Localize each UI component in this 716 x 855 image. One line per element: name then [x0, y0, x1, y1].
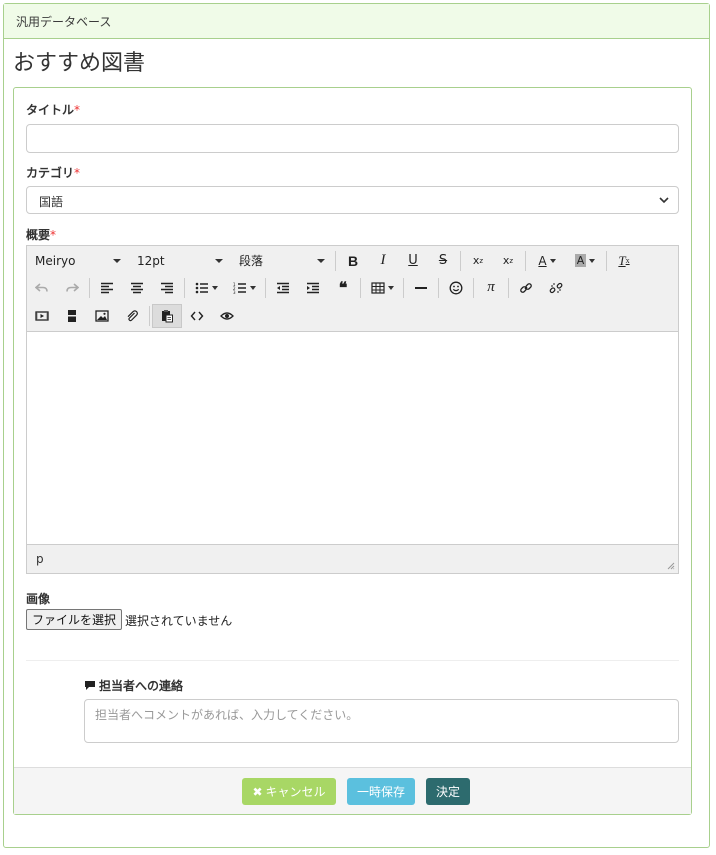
math-pi-icon[interactable]: π [476, 276, 506, 300]
editor-content-area[interactable] [27, 332, 678, 544]
dropdown-caret-icon [215, 258, 223, 263]
unlink-icon[interactable] [541, 276, 571, 300]
align-center-icon[interactable] [122, 276, 152, 300]
link-icon[interactable] [511, 276, 541, 300]
emoticon-icon[interactable] [441, 276, 471, 300]
paste-text-icon[interactable] [152, 303, 182, 328]
chevron-down-icon [659, 197, 669, 204]
preview-eye-icon[interactable] [212, 304, 242, 328]
toolbar-separator [265, 277, 266, 298]
toolbar-separator [335, 250, 336, 271]
blockquote-icon[interactable]: ❝ [328, 276, 358, 300]
page-break-icon[interactable] [57, 304, 87, 328]
image-icon[interactable] [87, 304, 117, 328]
category-selected-value: 国語 [39, 195, 64, 209]
dropdown-caret-icon [387, 285, 394, 290]
source-code-icon[interactable] [182, 304, 212, 328]
comment-icon [85, 681, 95, 690]
submit-button[interactable]: 決定 [426, 778, 470, 805]
required-mark: * [50, 228, 57, 242]
font-size-dropdown[interactable]: 12pt [129, 249, 231, 273]
font-family-dropdown[interactable]: Meiryo [27, 249, 129, 273]
redo-icon[interactable] [57, 276, 87, 300]
dropdown-caret-icon [589, 258, 596, 263]
cancel-button[interactable]: ✖ キャンセル [242, 778, 336, 805]
editor-statusbar: p [27, 544, 678, 573]
comment-textarea[interactable]: 担当者へコメントがあれば、入力してください。 [84, 699, 679, 743]
toolbar-separator [360, 277, 361, 298]
format-dropdown[interactable]: 段落 [231, 249, 333, 273]
rich-text-editor: Meiryo 12pt 段落 B I U S xz xz A A Tx 1 2 … [26, 245, 679, 574]
media-icon[interactable] [27, 304, 57, 328]
numbered-list-icon[interactable]: 123 [225, 276, 263, 300]
temp-save-button[interactable]: 一時保存 [347, 778, 415, 805]
bullet-list-icon[interactable] [187, 276, 225, 300]
form-footer: ✖ キャンセル 一時保存 決定 [14, 767, 691, 814]
toolbar-separator [606, 250, 607, 271]
bold-icon[interactable]: B [338, 249, 368, 273]
undo-icon[interactable] [27, 276, 57, 300]
close-icon: ✖ [252, 784, 263, 799]
required-mark: * [74, 166, 81, 180]
toolbar-separator [508, 277, 509, 298]
category-label: カテゴリ* [26, 166, 81, 180]
category-select[interactable]: 国語 [26, 186, 679, 214]
strikethrough-icon[interactable]: S [428, 249, 458, 273]
file-select-button[interactable]: ファイルを選択 [26, 609, 123, 630]
outdent-icon[interactable] [268, 276, 298, 300]
toolbar-separator [184, 277, 185, 298]
editor-toolbar: Meiryo 12pt 段落 B I U S xz xz A A Tx 1 2 … [27, 246, 678, 332]
toolbar-separator [525, 250, 526, 271]
align-left-icon[interactable] [92, 276, 122, 300]
form-card: タイトル* カテゴリ* 国語 概要* Meiryo 12pt 段落 B I U … [13, 87, 692, 815]
resize-handle-icon[interactable] [667, 562, 675, 570]
attachment-icon[interactable] [117, 304, 147, 328]
dropdown-caret-icon [317, 258, 325, 263]
comment-label: 担当者への連絡 [84, 677, 183, 694]
italic-icon[interactable]: I [368, 249, 398, 273]
underline-icon[interactable]: U [398, 249, 428, 273]
table-icon[interactable] [363, 276, 401, 300]
toolbar-separator [438, 277, 439, 298]
svg-text:3: 3 [233, 290, 236, 294]
superscript-icon[interactable]: xz [493, 249, 523, 273]
toolbar-separator [473, 277, 474, 298]
title-input[interactable] [26, 124, 679, 153]
page-title: おすすめ図書 [13, 51, 146, 76]
element-path: p [36, 552, 44, 566]
text-color-icon[interactable]: A [528, 249, 566, 273]
file-status-text: 選択されていません [125, 614, 233, 628]
dropdown-caret-icon [211, 285, 218, 290]
required-mark: * [74, 103, 81, 117]
toolbar-row-3 [27, 302, 242, 329]
dropdown-caret-icon [549, 258, 556, 263]
toolbar-separator [89, 277, 90, 298]
toolbar-separator [460, 250, 461, 271]
summary-label: 概要* [26, 228, 57, 242]
horizontal-rule-icon[interactable] [406, 276, 436, 300]
dropdown-caret-icon [249, 285, 256, 290]
background-color-icon[interactable]: A [566, 249, 604, 273]
toolbar-separator [149, 305, 150, 326]
image-label: 画像 [26, 592, 51, 606]
title-label: タイトル* [26, 103, 81, 117]
toolbar-separator [403, 277, 404, 298]
divider [26, 660, 679, 661]
align-right-icon[interactable] [152, 276, 182, 300]
dropdown-caret-icon [113, 258, 121, 263]
clear-formatting-icon[interactable]: Tx [609, 249, 639, 273]
subscript-icon[interactable]: xz [463, 249, 493, 273]
toolbar-row-2: 123 ❝ π [27, 274, 571, 301]
indent-icon[interactable] [298, 276, 328, 300]
toolbar-row-1: Meiryo 12pt 段落 B I U S xz xz A A Tx [27, 247, 639, 274]
panel-heading: 汎用データベース [4, 4, 709, 39]
